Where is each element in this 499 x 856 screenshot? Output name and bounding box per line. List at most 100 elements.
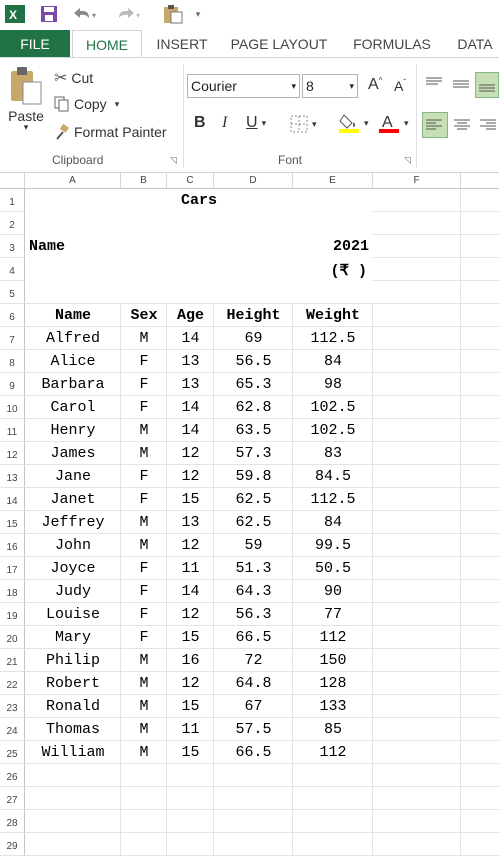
data-cell[interactable]: Joyce <box>25 560 121 577</box>
column-header-e[interactable]: E <box>293 173 373 189</box>
column-header-c[interactable]: C <box>167 173 214 189</box>
data-cell[interactable]: F <box>121 606 167 623</box>
align-right-button[interactable] <box>476 113 499 137</box>
row-header[interactable]: 26 <box>0 764 25 787</box>
data-cell[interactable]: 12 <box>167 606 214 623</box>
data-cell[interactable]: 13 <box>167 514 214 531</box>
row-header[interactable]: 10 <box>0 396 25 419</box>
font-name-box[interactable]: Courier ▾ <box>187 74 300 98</box>
row-header[interactable]: 17 <box>0 557 25 580</box>
row-header[interactable]: 23 <box>0 695 25 718</box>
worksheet-grid[interactable]: A B C D E F 1 2 3 4 5 6 7 8 9 10 11 12 13 14 15 16 17 18 1… <box>0 173 499 856</box>
data-cell[interactable]: 128 <box>293 675 373 692</box>
data-cell[interactable]: 66.5 <box>214 629 293 646</box>
save-icon[interactable] <box>38 4 60 24</box>
borders-button[interactable]: ▾ <box>290 115 317 133</box>
data-cell[interactable]: 64.3 <box>214 583 293 600</box>
align-bottom-button[interactable] <box>475 72 499 98</box>
data-cell[interactable]: F <box>121 376 167 393</box>
row-header[interactable]: 22 <box>0 672 25 695</box>
row-header[interactable]: 14 <box>0 488 25 511</box>
data-cell[interactable]: 112.5 <box>293 330 373 347</box>
data-cell[interactable]: 84.5 <box>293 468 373 485</box>
column-header-f[interactable]: F <box>373 173 461 189</box>
data-cell[interactable]: 67 <box>214 698 293 715</box>
data-cell[interactable]: M <box>121 514 167 531</box>
data-cell[interactable]: Ronald <box>25 698 121 715</box>
data-cell[interactable]: 11 <box>167 560 214 577</box>
data-cell[interactable]: 77 <box>293 606 373 623</box>
format-painter-button[interactable]: Format Painter <box>54 124 167 140</box>
row-header[interactable]: 13 <box>0 465 25 488</box>
data-cell[interactable]: 59.8 <box>214 468 293 485</box>
header-sex-cell[interactable]: Sex <box>121 307 167 324</box>
data-cell[interactable]: 62.5 <box>214 514 293 531</box>
data-cell[interactable]: M <box>121 675 167 692</box>
data-cell[interactable]: 15 <box>167 629 214 646</box>
tab-data[interactable]: DATA <box>450 30 499 58</box>
header-age-cell[interactable]: Age <box>167 307 214 324</box>
data-cell[interactable]: Barbara <box>25 376 121 393</box>
data-cell[interactable]: 14 <box>167 583 214 600</box>
data-cell[interactable]: Alfred <box>25 330 121 347</box>
data-cell[interactable]: 14 <box>167 330 214 347</box>
data-cell[interactable]: Henry <box>25 422 121 439</box>
data-cell[interactable]: M <box>121 330 167 347</box>
data-cell[interactable]: 57.3 <box>214 445 293 462</box>
select-all-corner[interactable] <box>0 173 25 189</box>
data-cell[interactable]: 63.5 <box>214 422 293 439</box>
row-header[interactable]: 16 <box>0 534 25 557</box>
data-cell[interactable]: 15 <box>167 491 214 508</box>
tab-file[interactable]: FILE <box>0 30 70 58</box>
dialog-launcher-icon[interactable]: ◹ <box>404 155 411 166</box>
header-height-cell[interactable]: Height <box>214 307 293 324</box>
row-header[interactable]: 1 <box>0 189 25 212</box>
data-cell[interactable]: 69 <box>214 330 293 347</box>
year-cell[interactable]: 2021 <box>293 238 369 255</box>
data-cell[interactable]: 51.3 <box>214 560 293 577</box>
data-cell[interactable]: 72 <box>214 652 293 669</box>
data-cell[interactable]: M <box>121 652 167 669</box>
tab-formulas[interactable]: FORMULAS <box>342 30 442 58</box>
data-cell[interactable]: 84 <box>293 353 373 370</box>
data-cell[interactable]: John <box>25 537 121 554</box>
data-cell[interactable]: Alice <box>25 353 121 370</box>
data-cell[interactable]: F <box>121 583 167 600</box>
paste-button[interactable]: Paste ▾ <box>6 66 46 133</box>
data-cell[interactable]: Jeffrey <box>25 514 121 531</box>
redo-icon[interactable]: ▾ <box>114 4 144 24</box>
customize-qat-icon[interactable]: ▾ <box>192 4 204 24</box>
data-cell[interactable]: 56.3 <box>214 606 293 623</box>
cut-button[interactable]: ✂ Cut <box>54 68 93 88</box>
data-cell[interactable]: 133 <box>293 698 373 715</box>
tab-insert[interactable]: INSERT <box>146 30 218 58</box>
data-cell[interactable]: F <box>121 353 167 370</box>
row-header[interactable]: 9 <box>0 373 25 396</box>
align-top-button[interactable] <box>422 72 446 96</box>
data-cell[interactable]: 112 <box>293 629 373 646</box>
data-cell[interactable]: 13 <box>167 376 214 393</box>
data-cell[interactable]: F <box>121 468 167 485</box>
underline-button[interactable]: U ▾ <box>246 114 266 132</box>
data-cell[interactable]: 102.5 <box>293 399 373 416</box>
data-cell[interactable]: 14 <box>167 422 214 439</box>
row-header[interactable]: 11 <box>0 419 25 442</box>
align-center-button[interactable] <box>450 113 474 137</box>
currency-cell[interactable]: (₹ ) <box>293 261 367 280</box>
data-cell[interactable]: Jane <box>25 468 121 485</box>
data-cell[interactable]: F <box>121 399 167 416</box>
data-cell[interactable]: 12 <box>167 537 214 554</box>
row-header[interactable]: 6 <box>0 304 25 327</box>
data-cell[interactable]: F <box>121 491 167 508</box>
data-cell[interactable]: 12 <box>167 468 214 485</box>
data-cell[interactable]: 112 <box>293 744 373 761</box>
dialog-launcher-icon[interactable]: ◹ <box>170 155 177 166</box>
row-header[interactable]: 7 <box>0 327 25 350</box>
data-cell[interactable]: Philip <box>25 652 121 669</box>
data-cell[interactable]: 102.5 <box>293 422 373 439</box>
data-cell[interactable]: M <box>121 422 167 439</box>
data-cell[interactable]: 59 <box>214 537 293 554</box>
undo-icon[interactable]: ▾ <box>70 4 100 24</box>
row-header[interactable]: 24 <box>0 718 25 741</box>
row-header[interactable]: 28 <box>0 810 25 833</box>
